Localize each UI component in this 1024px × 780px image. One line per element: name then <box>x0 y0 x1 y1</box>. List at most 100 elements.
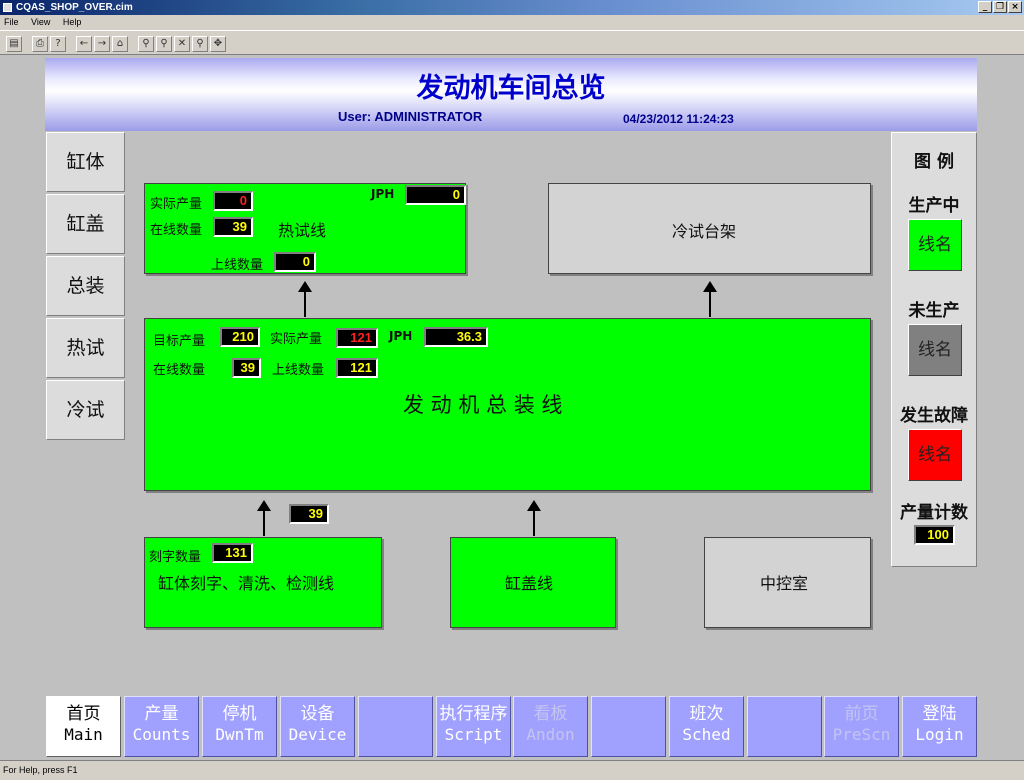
window-controls: _ ❐ × <box>978 1 1022 13</box>
assembly-line-panel[interactable]: 目标产量 210 实际产量 121 JPH 36.3 在线数量 39 上线数量 … <box>144 318 871 491</box>
cold-test-panel[interactable]: 冷试台架 <box>548 183 871 274</box>
legend-idle-label: 未生产 <box>908 301 960 321</box>
menu-help[interactable]: Help <box>63 17 82 27</box>
hot-actual-label: 实际产量 <box>150 197 203 212</box>
bottom-nav-label-cn: 产量 <box>144 704 179 724</box>
user-label: User: ADMINISTRATOR <box>338 109 483 124</box>
bottom-nav-button-11[interactable]: 前页 PreScn <box>824 696 899 757</box>
help-icon[interactable]: ? <box>50 36 66 52</box>
asm-actual-value: 121 <box>336 328 378 348</box>
asm-upline-value: 121 <box>336 358 378 378</box>
side-nav-head[interactable]: 缸盖 <box>46 194 125 254</box>
legend-producing-label: 生产中 <box>908 196 960 216</box>
hot-online-label: 在线数量 <box>150 223 203 238</box>
title-bar: CQAS_SHOP_OVER.cim _ ❐ × <box>0 0 1024 15</box>
bottom-nav-button-3[interactable]: 停机 DwnTm <box>202 696 277 757</box>
pan-icon[interactable]: ✥ <box>210 36 226 52</box>
block-to-assembly-value: 39 <box>289 504 329 524</box>
side-nav-hot-test[interactable]: 热试 <box>46 318 125 378</box>
toolbar: ▤ ⎙ ? ← → ⌂ ⚲ ⚲ ✕ ⚲ ✥ <box>0 30 1024 55</box>
hot-upline-value: 0 <box>274 252 316 272</box>
bottom-nav-label-cn: 登陆 <box>922 704 957 724</box>
arrow-up-cold-test <box>703 281 717 317</box>
hot-upline-label: 上线数量 <box>211 258 264 273</box>
close-icon[interactable]: × <box>1008 1 1022 13</box>
side-nav-assembly[interactable]: 总装 <box>46 256 125 316</box>
minimize-icon[interactable]: _ <box>978 1 992 13</box>
bottom-nav-label-en: Script <box>444 725 503 744</box>
bottom-nav-button-2[interactable]: 产量 Counts <box>124 696 199 757</box>
home-icon[interactable]: ⌂ <box>112 36 128 52</box>
bottom-nav-label-cn: 班次 <box>689 704 724 724</box>
control-room-name: 中控室 <box>760 574 809 593</box>
restore-icon[interactable]: ❐ <box>993 1 1007 13</box>
asm-online-value: 39 <box>232 358 261 378</box>
bottom-nav-label-en: Sched <box>682 725 731 744</box>
window-title: CQAS_SHOP_OVER.cim <box>16 2 133 13</box>
legend-producing-swatch: 线名 <box>908 219 962 271</box>
bottom-nav-button-9[interactable]: 班次 Sched <box>669 696 744 757</box>
hot-actual-value: 0 <box>213 191 253 211</box>
arrow-up-head-to-assembly <box>527 500 541 536</box>
bottom-nav-button-5[interactable] <box>358 696 433 757</box>
menu-view[interactable]: View <box>31 17 50 27</box>
legend-idle-swatch: 线名 <box>908 324 962 376</box>
legend-count-value: 100 <box>914 525 955 545</box>
arrow-up-block-to-assembly <box>257 500 271 536</box>
bottom-nav-label-cn: 首页 <box>66 704 101 724</box>
legend-title: 图 例 <box>914 152 954 172</box>
asm-target-label: 目标产量 <box>153 334 206 349</box>
bottom-nav-label-cn: 前页 <box>844 704 879 724</box>
bottom-nav-button-1[interactable]: 首页 Main <box>46 696 121 757</box>
control-room-panel[interactable]: 中控室 <box>704 537 871 628</box>
asm-target-value: 210 <box>220 327 260 347</box>
asm-actual-label: 实际产量 <box>270 332 323 347</box>
bottom-nav-label-en: Device <box>288 725 347 744</box>
back-arrow-icon[interactable]: ← <box>76 36 92 52</box>
block-line-panel[interactable]: 刻字数量 131 缸体刻字、清洗、检测线 <box>144 537 382 628</box>
side-nav-cold-test[interactable]: 冷试 <box>46 380 125 440</box>
bottom-nav-label-en: Counts <box>132 725 191 744</box>
hot-online-value: 39 <box>213 217 253 237</box>
bottom-nav-label-en: Main <box>64 725 103 744</box>
hot-jph-value: 0 <box>405 185 466 205</box>
zoom-in-icon[interactable]: ⚲ <box>156 36 172 52</box>
header-banner: 发动机车间总览 User: ADMINISTRATOR 04/23/2012 1… <box>45 58 977 131</box>
menu-file[interactable]: File <box>4 17 19 27</box>
asm-jph-label: JPH <box>389 329 413 343</box>
block-engrave-label: 刻字数量 <box>149 550 202 565</box>
legend-panel: 图 例 生产中 线名 未生产 线名 发生故障 线名 产量计数 100 <box>891 132 977 567</box>
head-line-name: 缸盖线 <box>505 574 554 593</box>
menu-bar: File View Help <box>0 15 1024 30</box>
bottom-nav-label-cn: 设备 <box>300 704 335 724</box>
page-title: 发动机车间总览 <box>416 73 606 104</box>
app-icon <box>3 3 12 12</box>
print-icon[interactable]: ⎙ <box>32 36 48 52</box>
bottom-nav-label-en: DwnTm <box>215 725 264 744</box>
bottom-nav-label-en: Andon <box>526 725 575 744</box>
zoom-cancel-icon[interactable]: ✕ <box>174 36 190 52</box>
asm-online-label: 在线数量 <box>153 363 206 378</box>
block-line-name: 缸体刻字、清洗、检测线 <box>158 574 335 593</box>
zoom-out-icon[interactable]: ⚲ <box>192 36 208 52</box>
hot-test-panel[interactable]: 实际产量 0 JPH 0 在线数量 39 热试线 上线数量 0 <box>144 183 466 274</box>
legend-count-label: 产量计数 <box>900 503 968 523</box>
head-line-panel[interactable]: 缸盖线 <box>450 537 616 628</box>
hot-line-name: 热试线 <box>278 221 327 240</box>
bottom-nav-button-10[interactable] <box>747 696 822 757</box>
bottom-nav-button-7[interactable]: 看板 Andon <box>513 696 588 757</box>
bottom-nav-button-12[interactable]: 登陆 Login <box>902 696 977 757</box>
bottom-nav-button-6[interactable]: 执行程序 Script <box>436 696 511 757</box>
hot-jph-label: JPH <box>371 187 395 201</box>
zoom-icon[interactable]: ⚲ <box>138 36 154 52</box>
bottom-nav-label-cn: 执行程序 <box>439 704 508 724</box>
bottom-nav-button-4[interactable]: 设备 Device <box>280 696 355 757</box>
bottom-nav-button-8[interactable] <box>591 696 666 757</box>
forward-arrow-icon[interactable]: → <box>94 36 110 52</box>
status-bar: For Help, press F1 <box>0 760 1024 780</box>
bottom-nav-label-en: PreScn <box>832 725 891 744</box>
assembly-line-name: 发 动 机 总 装 线 <box>403 393 563 417</box>
side-nav-block[interactable]: 缸体 <box>46 132 125 192</box>
open-folder-icon[interactable]: ▤ <box>6 36 22 52</box>
bottom-nav-label-cn: 看板 <box>533 704 568 724</box>
